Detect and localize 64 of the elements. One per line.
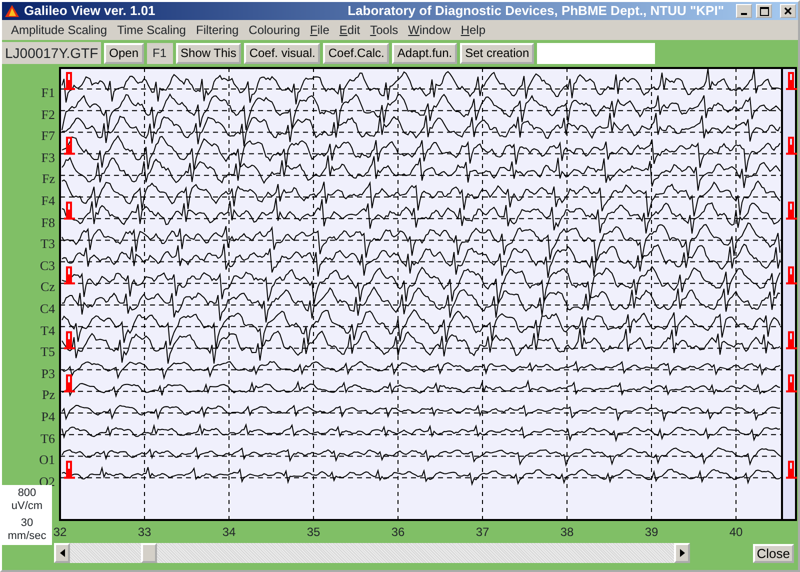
- channel-label: F1: [146, 42, 173, 64]
- minimize-button[interactable]: [736, 4, 752, 18]
- menu-item[interactable]: Window: [403, 21, 456, 39]
- time-tick-label: 39: [644, 524, 658, 541]
- channel-name: F7: [41, 129, 55, 142]
- input-field[interactable]: [537, 42, 656, 64]
- time-tick-label: 32: [53, 524, 67, 541]
- maximize-button[interactable]: [756, 4, 772, 18]
- time-tick-label: 33: [138, 524, 152, 541]
- close-button[interactable]: Close: [752, 544, 794, 563]
- channel-name: O1: [39, 453, 55, 466]
- window-title: Galileo View ver. 1.01: [24, 2, 156, 20]
- toolbar-button[interactable]: Set creation: [460, 42, 534, 64]
- channel-name: T4: [40, 324, 55, 337]
- channel-name: C4: [40, 302, 55, 315]
- time-tick-label: 36: [391, 524, 405, 541]
- menu-item[interactable]: File: [305, 21, 334, 39]
- file-name: LJ00017Y.GTF: [2, 42, 102, 64]
- time-tick-label: 35: [306, 524, 320, 541]
- toolbar-button[interactable]: Adapt.fun.: [392, 42, 458, 64]
- time-tick-label: 38: [560, 524, 574, 541]
- channel-name: Fz: [42, 172, 55, 186]
- channel-name: T5: [40, 345, 55, 358]
- menu-item[interactable]: Filtering: [190, 21, 244, 39]
- channel-name: C3: [40, 258, 55, 272]
- scroll-left-button[interactable]: [54, 543, 70, 563]
- channel-name: T3: [40, 237, 55, 250]
- toolbar-button[interactable]: Show This: [176, 42, 242, 64]
- scrollbar-thumb[interactable]: [140, 543, 157, 563]
- maximize-icon: [760, 6, 768, 16]
- close-button[interactable]: [780, 4, 796, 18]
- time-tick-label: 34: [222, 524, 236, 541]
- channel-name: F1: [41, 86, 55, 99]
- scale-text: uV/cm: [10, 500, 44, 513]
- toolbar-button[interactable]: Coef.Calc.: [323, 42, 390, 64]
- app-icon: [4, 4, 20, 18]
- horizontal-scrollbar[interactable]: [54, 543, 690, 563]
- channel-name: P3: [41, 366, 55, 380]
- scroll-right-button[interactable]: [674, 543, 690, 563]
- channel-name: F4: [41, 194, 55, 207]
- menu-item[interactable]: Colouring: [244, 21, 306, 39]
- window-subtitle: Laboratory of Diagnostic Devices, PhBME Dept., NTUU "KPI": [348, 2, 724, 20]
- channel-name: F3: [41, 150, 55, 164]
- channel-name: Pz: [42, 388, 55, 402]
- channel-name: F2: [41, 108, 55, 121]
- toolbar-button[interactable]: Open: [104, 42, 144, 64]
- channel-name: P4: [41, 410, 55, 423]
- menu-item[interactable]: Tools: [365, 21, 404, 39]
- time-tick-label: 37: [476, 524, 490, 541]
- channel-name: Cz: [40, 280, 55, 294]
- close-icon: [784, 7, 792, 15]
- menu-item[interactable]: Time Scaling: [112, 21, 191, 39]
- right-arrow-icon: [680, 549, 684, 557]
- scale-text: 800: [16, 487, 38, 500]
- menu-item[interactable]: Amplitude Scaling: [6, 21, 112, 39]
- time-tick-label: 40: [729, 524, 743, 541]
- menu-item[interactable]: Help: [456, 21, 490, 39]
- scale-text: mm/sec: [6, 530, 48, 543]
- menu-item[interactable]: Edit: [334, 21, 366, 39]
- left-arrow-icon: [60, 549, 64, 557]
- scale-text: 30: [20, 517, 34, 530]
- channel-name: T6: [40, 432, 55, 445]
- toolbar-button[interactable]: Coef. visual.: [244, 42, 320, 64]
- channel-name: F8: [41, 216, 55, 229]
